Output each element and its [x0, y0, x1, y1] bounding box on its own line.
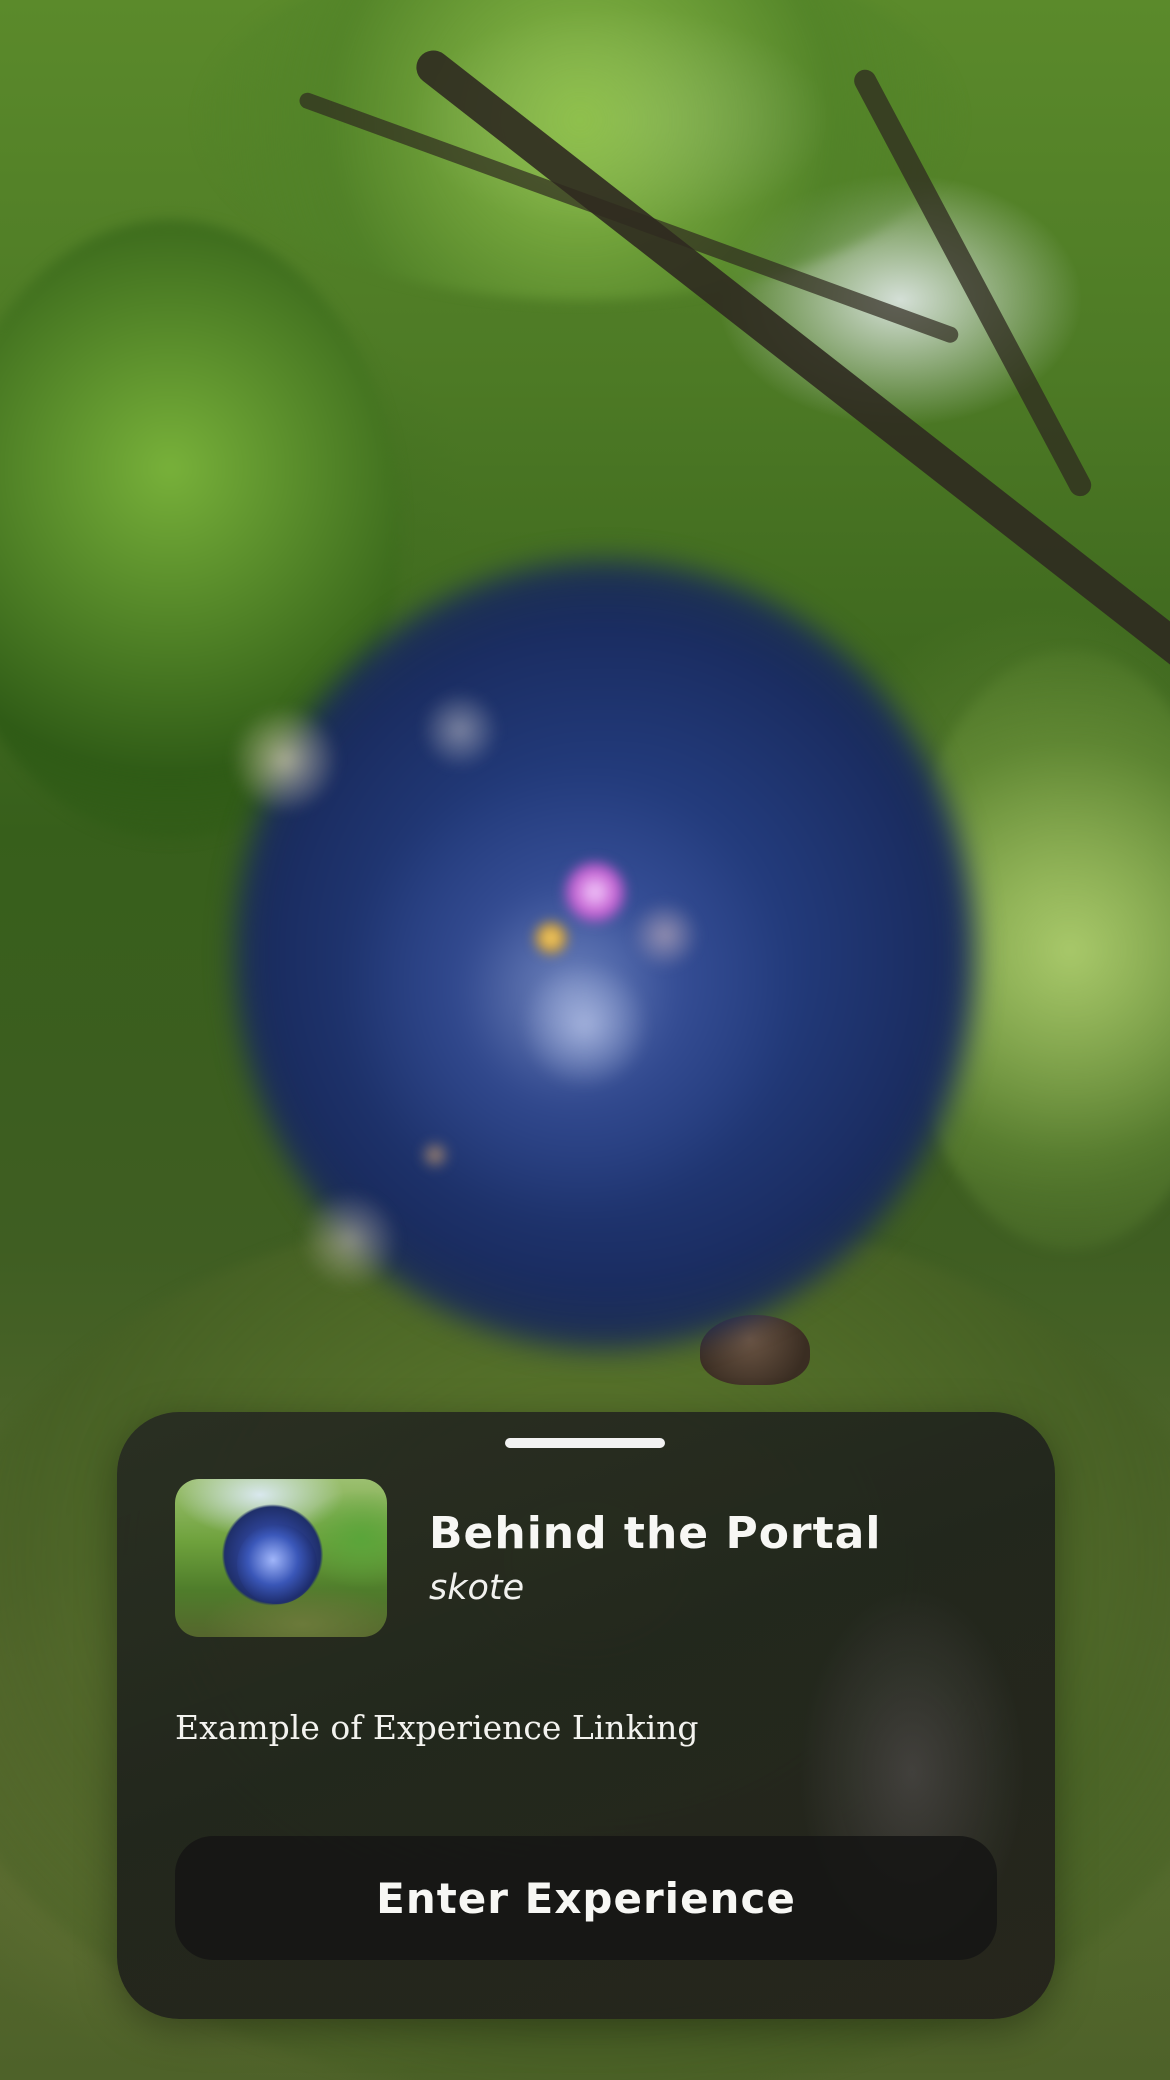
thumbnail-portal-orb [237, 1524, 317, 1604]
portal-light-glint [630, 900, 700, 970]
experience-author[interactable]: skote [429, 1568, 524, 1608]
sheet-grab-handle[interactable] [505, 1438, 665, 1448]
experience-title: Behind the Portal [429, 1508, 882, 1559]
ar-camera-screen: Behind the Portal skote Example of Exper… [0, 0, 1170, 2080]
experience-thumbnail [175, 1479, 387, 1637]
portal-light-glint [300, 1190, 400, 1290]
enter-experience-button[interactable]: Enter Experience [175, 1836, 997, 1960]
portal-light-glint [420, 1140, 450, 1170]
tree-canopy [200, 0, 960, 300]
portal-light-glint [230, 705, 340, 815]
experience-bottom-sheet: Behind the Portal skote Example of Exper… [117, 1412, 1055, 2019]
experience-description: Example of Experience Linking [175, 1708, 699, 1747]
portal-light-glint [420, 690, 500, 770]
portal-light-glint [565, 862, 625, 922]
portal-light-glint [535, 922, 567, 954]
portal-light-glint [520, 960, 650, 1090]
